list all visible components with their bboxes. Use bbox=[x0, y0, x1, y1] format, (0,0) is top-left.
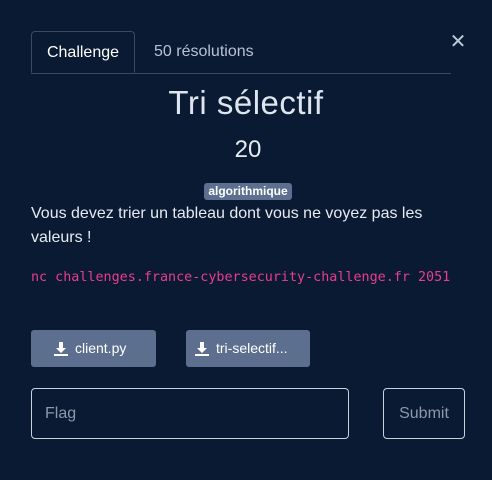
challenge-description: Vous devez trier un tableau dont vous ne… bbox=[31, 205, 423, 246]
submit-button[interactable]: Submit bbox=[383, 388, 465, 439]
download-tri-selectif-label: tri-selectif... bbox=[216, 340, 288, 356]
download-client-button[interactable]: client.py bbox=[31, 330, 156, 367]
download-icon bbox=[54, 342, 68, 356]
connection-command: nc challenges.france-cybersecurity-chall… bbox=[31, 270, 451, 285]
tab-challenge[interactable]: Challenge bbox=[31, 31, 135, 73]
challenge-points: 20 bbox=[234, 136, 262, 163]
close-icon[interactable]: ✕ bbox=[448, 30, 468, 54]
download-icon bbox=[195, 342, 209, 356]
tab-bar: Challenge 50 résolutions bbox=[31, 31, 451, 74]
download-client-label: client.py bbox=[75, 340, 127, 356]
challenge-title: Tri sélectif bbox=[168, 84, 324, 121]
download-tri-selectif-button[interactable]: tri-selectif... bbox=[186, 330, 310, 367]
category-badge: algorithmique bbox=[204, 183, 292, 200]
flag-input[interactable] bbox=[31, 388, 349, 439]
challenge-modal: ✕ Challenge 50 résolutions Tri sélectif … bbox=[0, 0, 492, 480]
tab-resolutions[interactable]: 50 résolutions bbox=[154, 31, 254, 72]
tag-container: algorithmique bbox=[0, 182, 492, 200]
